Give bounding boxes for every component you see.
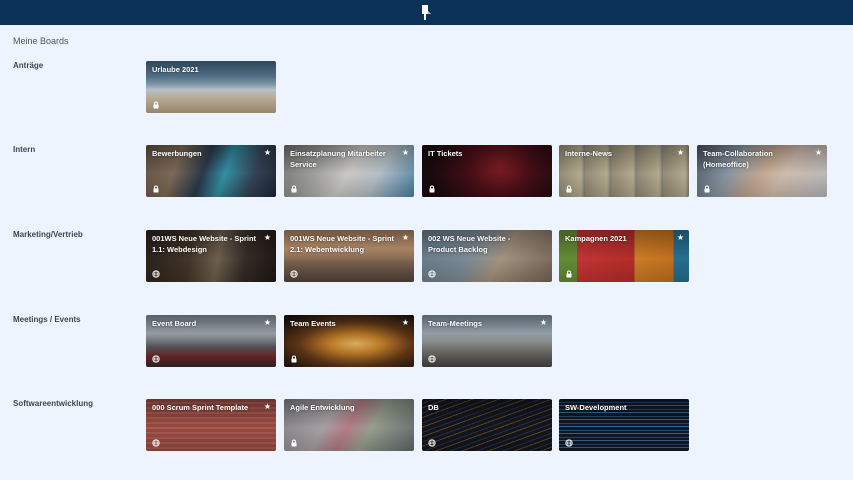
board-001ws-sprint-2-1[interactable]: 001WS Neue Website - Sprint 2.1: Webentw… [284, 230, 414, 282]
section-label: Marketing/Vertrieb [13, 230, 83, 239]
board-team-collaboration[interactable]: Team-Collaboration (Homeoffice) ★ [697, 145, 827, 197]
board-it-tickets[interactable]: IT Tickets [422, 145, 552, 197]
board-title: 001WS Neue Website - Sprint 2.1: Webentw… [290, 234, 395, 254]
globe-icon [428, 270, 436, 278]
globe-icon [428, 439, 436, 447]
section-marketing: Marketing/Vertrieb 001WS Neue Website - … [0, 230, 853, 290]
board-title: Team-Meetings [428, 319, 483, 328]
star-icon[interactable]: ★ [264, 318, 271, 328]
section-antraege: Anträge Urlaube 2021 [0, 61, 853, 121]
section-label: Meetings / Events [13, 315, 81, 324]
board-agile-entwicklung[interactable]: Agile Entwicklung [284, 399, 414, 451]
board-title: Team Events [290, 319, 336, 328]
section-label: Intern [13, 145, 36, 154]
lock-icon [429, 185, 435, 193]
lock-icon [704, 185, 710, 193]
board-event-board[interactable]: Event Board ★ [146, 315, 276, 367]
board-title: Kampagnen 2021 [565, 234, 627, 243]
section-label: Anträge [13, 61, 44, 70]
star-icon[interactable]: ★ [677, 148, 684, 158]
globe-icon [152, 355, 160, 363]
board-einsatzplanung[interactable]: Einsatzplanung Mitarbeiter Service ★ [284, 145, 414, 197]
board-interne-news[interactable]: Interne-News ★ [559, 145, 689, 197]
board-title: DB [428, 403, 439, 412]
lock-icon [153, 101, 159, 109]
star-icon[interactable]: ★ [402, 148, 409, 158]
board-db[interactable]: DB [422, 399, 552, 451]
star-icon[interactable]: ★ [402, 233, 409, 243]
board-001ws-sprint-1-1[interactable]: 001WS Neue Website - Sprint 1.1: Webdesi… [146, 230, 276, 282]
board-team-events[interactable]: Team Events ★ [284, 315, 414, 367]
star-icon[interactable]: ★ [402, 318, 409, 328]
star-icon[interactable]: ★ [264, 148, 271, 158]
board-title: SW-Development [565, 403, 627, 412]
star-icon[interactable]: ★ [540, 318, 547, 328]
page-title: Meine Boards [13, 36, 69, 46]
board-title: Agile Entwicklung [290, 403, 355, 412]
board-title: 000 Scrum Sprint Template [152, 403, 249, 412]
star-icon[interactable]: ★ [264, 402, 271, 412]
board-urlaube-2021[interactable]: Urlaube 2021 [146, 61, 276, 113]
board-002ws-backlog[interactable]: 002 WS Neue Website - Product Backlog [422, 230, 552, 282]
board-title: Interne-News [565, 149, 613, 158]
lock-icon [291, 185, 297, 193]
star-icon[interactable]: ★ [677, 233, 684, 243]
app-logo-icon[interactable] [419, 4, 433, 21]
star-icon[interactable]: ★ [815, 148, 822, 158]
globe-icon [152, 439, 160, 447]
lock-icon [291, 355, 297, 363]
board-kampagnen-2021[interactable]: Kampagnen 2021 ★ [559, 230, 689, 282]
board-sw-development[interactable]: SW-Development [559, 399, 689, 451]
board-title: Bewerbungen [152, 149, 202, 158]
board-title: Event Board [152, 319, 197, 328]
board-title: IT Tickets [428, 149, 463, 158]
section-intern: Intern Bewerbungen ★ Einsatzplanung Mita… [0, 145, 853, 205]
lock-icon [153, 185, 159, 193]
lock-icon [291, 439, 297, 447]
board-title: 001WS Neue Website - Sprint 1.1: Webdesi… [152, 234, 257, 254]
board-title: Urlaube 2021 [152, 65, 199, 74]
board-title: 002 WS Neue Website - Product Backlog [428, 234, 511, 254]
board-bewerbungen[interactable]: Bewerbungen ★ [146, 145, 276, 197]
globe-icon [290, 270, 298, 278]
lock-icon [566, 270, 572, 278]
section-label: Softwareentwicklung [13, 399, 94, 408]
board-team-meetings[interactable]: Team-Meetings ★ [422, 315, 552, 367]
top-bar [0, 0, 853, 25]
board-title: Team-Collaboration (Homeoffice) [703, 149, 773, 169]
globe-icon [428, 355, 436, 363]
section-softwareentwicklung: Softwareentwicklung 000 Scrum Sprint Tem… [0, 399, 853, 459]
board-title: Einsatzplanung Mitarbeiter Service [290, 149, 386, 169]
globe-icon [565, 439, 573, 447]
globe-icon [152, 270, 160, 278]
star-icon[interactable]: ★ [264, 233, 271, 243]
section-meetings: Meetings / Events Event Board ★ Team Eve… [0, 315, 853, 375]
lock-icon [566, 185, 572, 193]
board-scrum-sprint-template[interactable]: 000 Scrum Sprint Template ★ [146, 399, 276, 451]
